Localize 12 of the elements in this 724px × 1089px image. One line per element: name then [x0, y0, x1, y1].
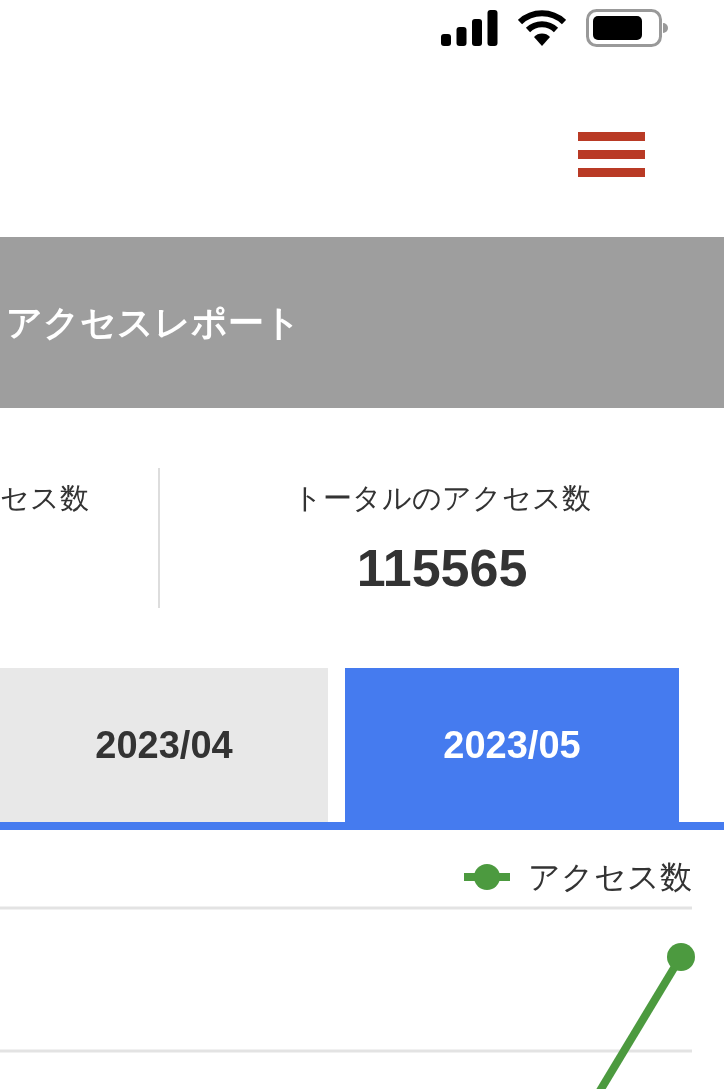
page-title: アクセスレポート [6, 300, 301, 345]
stat-label: トータルのアクセス数 [292, 481, 592, 516]
month-tab[interactable]: 2023/04 [0, 668, 328, 822]
battery-icon [586, 8, 668, 47]
month-tab[interactable]: 2023/05 [345, 668, 679, 822]
signal-icon [441, 9, 498, 46]
menu-button[interactable] [578, 132, 645, 177]
stat-label: セス数 [0, 481, 90, 516]
stat-value: 115565 [355, 538, 529, 598]
data-point [667, 943, 695, 971]
legend-label: アクセス数 [528, 858, 692, 897]
wifi-icon [518, 9, 566, 46]
